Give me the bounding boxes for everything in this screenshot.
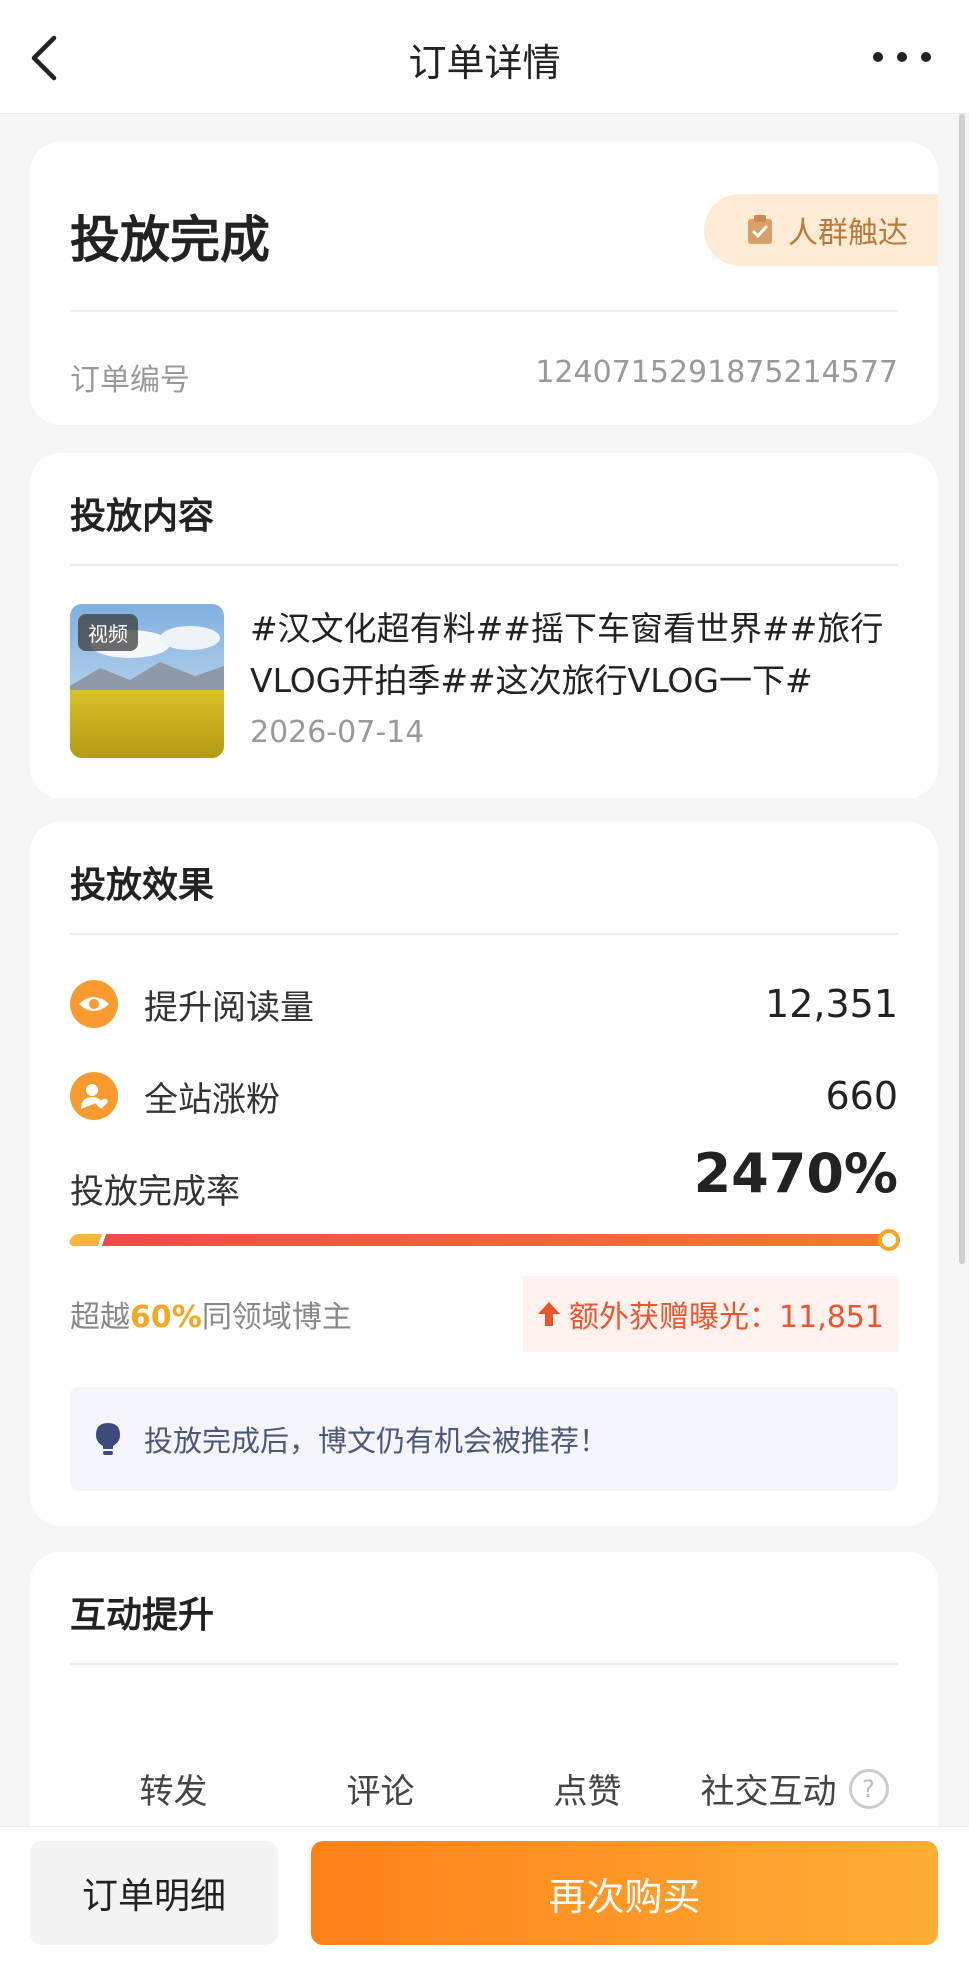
video-thumbnail[interactable]: 视频	[70, 604, 224, 758]
completion-progress-bar	[67, 1229, 900, 1251]
progress-start-segment	[67, 1234, 103, 1246]
progress-end-knob	[878, 1229, 900, 1251]
metric-label: 提升阅读量	[144, 987, 314, 1028]
completion-rate-label: 投放完成率	[70, 1172, 240, 1212]
progress-fill	[101, 1234, 891, 1246]
effect-card: 投放效果 提升阅读量 12,351 全站涨粉 660 投放完成率 2470% 超…	[30, 822, 938, 1526]
arrow-up-icon	[538, 1302, 561, 1326]
recommend-tip: 投放完成后，博文仍有机会被推荐！	[70, 1387, 898, 1491]
section-title: 投放内容	[70, 496, 215, 537]
exceed-suffix: 同领域博主	[201, 1300, 352, 1335]
section-title: 投放效果	[70, 865, 215, 906]
scrollbar[interactable]	[959, 114, 965, 1264]
page-title: 订单详情	[408, 41, 561, 85]
stat-label: 评论	[346, 1772, 415, 1812]
content-date: 2026-07-14	[250, 715, 425, 750]
metric-label: 全站涨粉	[144, 1079, 280, 1120]
exceed-percent: 60%	[130, 1300, 202, 1335]
tip-text: 投放完成后，博文仍有机会被推荐！	[144, 1424, 609, 1458]
divider	[70, 1663, 898, 1665]
stat-label: 转发	[139, 1772, 208, 1812]
metric-value: 12,351	[765, 982, 898, 1026]
completion-rate-value: 2470%	[693, 1142, 898, 1205]
help-icon[interactable]: ?	[848, 1768, 889, 1809]
bonus-text: 额外获赠曝光：11,851	[569, 1300, 884, 1335]
order-number-value[interactable]: 1240715291875214577	[535, 355, 898, 390]
nav-bar: 订单详情	[0, 0, 969, 114]
more-dots-icon[interactable]	[873, 50, 931, 64]
status-title: 投放完成	[70, 211, 270, 269]
exceed-text: 超越60%同领域博主	[70, 1292, 352, 1336]
lightbulb-icon	[96, 1423, 120, 1455]
metric-row-reads: 提升阅读量 12,351	[70, 974, 898, 1034]
eye-icon	[70, 980, 118, 1028]
metric-row-fans: 全站涨粉 660	[70, 1066, 898, 1126]
content-hashtags[interactable]: #汉文化超有料##摇下车窗看世界##旅行VLOG开拍季##这次旅行VLOG一下#	[250, 603, 900, 707]
divider	[70, 933, 898, 935]
divider	[70, 564, 898, 566]
buy-again-button[interactable]: 再次购买	[311, 1841, 938, 1945]
metric-value: 660	[825, 1074, 898, 1118]
stat-label: 社交互动	[700, 1772, 837, 1812]
divider	[70, 310, 898, 312]
bottom-action-bar: 订单明细 再次购买	[0, 1826, 969, 1988]
video-badge: 视频	[78, 614, 138, 651]
exceed-prefix: 超越	[70, 1300, 130, 1335]
content-card: 投放内容 视频 #汉文化超有料##摇下车窗看世界##旅行VLOG开拍季##这次旅…	[30, 453, 938, 798]
order-detail-button[interactable]: 订单明细	[30, 1841, 278, 1945]
bonus-exposure-badge: 额外获赠曝光：11,851	[523, 1276, 898, 1352]
status-card: 投放完成 人群触达 订单编号 1240715291875214577	[30, 142, 938, 425]
stat-label: 点赞	[553, 1772, 622, 1812]
clipboard-check-icon	[748, 215, 772, 244]
section-title: 互动提升	[70, 1595, 215, 1636]
order-number-label: 订单编号	[70, 363, 190, 398]
audience-reach-tag[interactable]: 人群触达	[704, 194, 938, 266]
user-heart-icon	[70, 1072, 118, 1120]
tag-label: 人群触达	[788, 216, 908, 251]
